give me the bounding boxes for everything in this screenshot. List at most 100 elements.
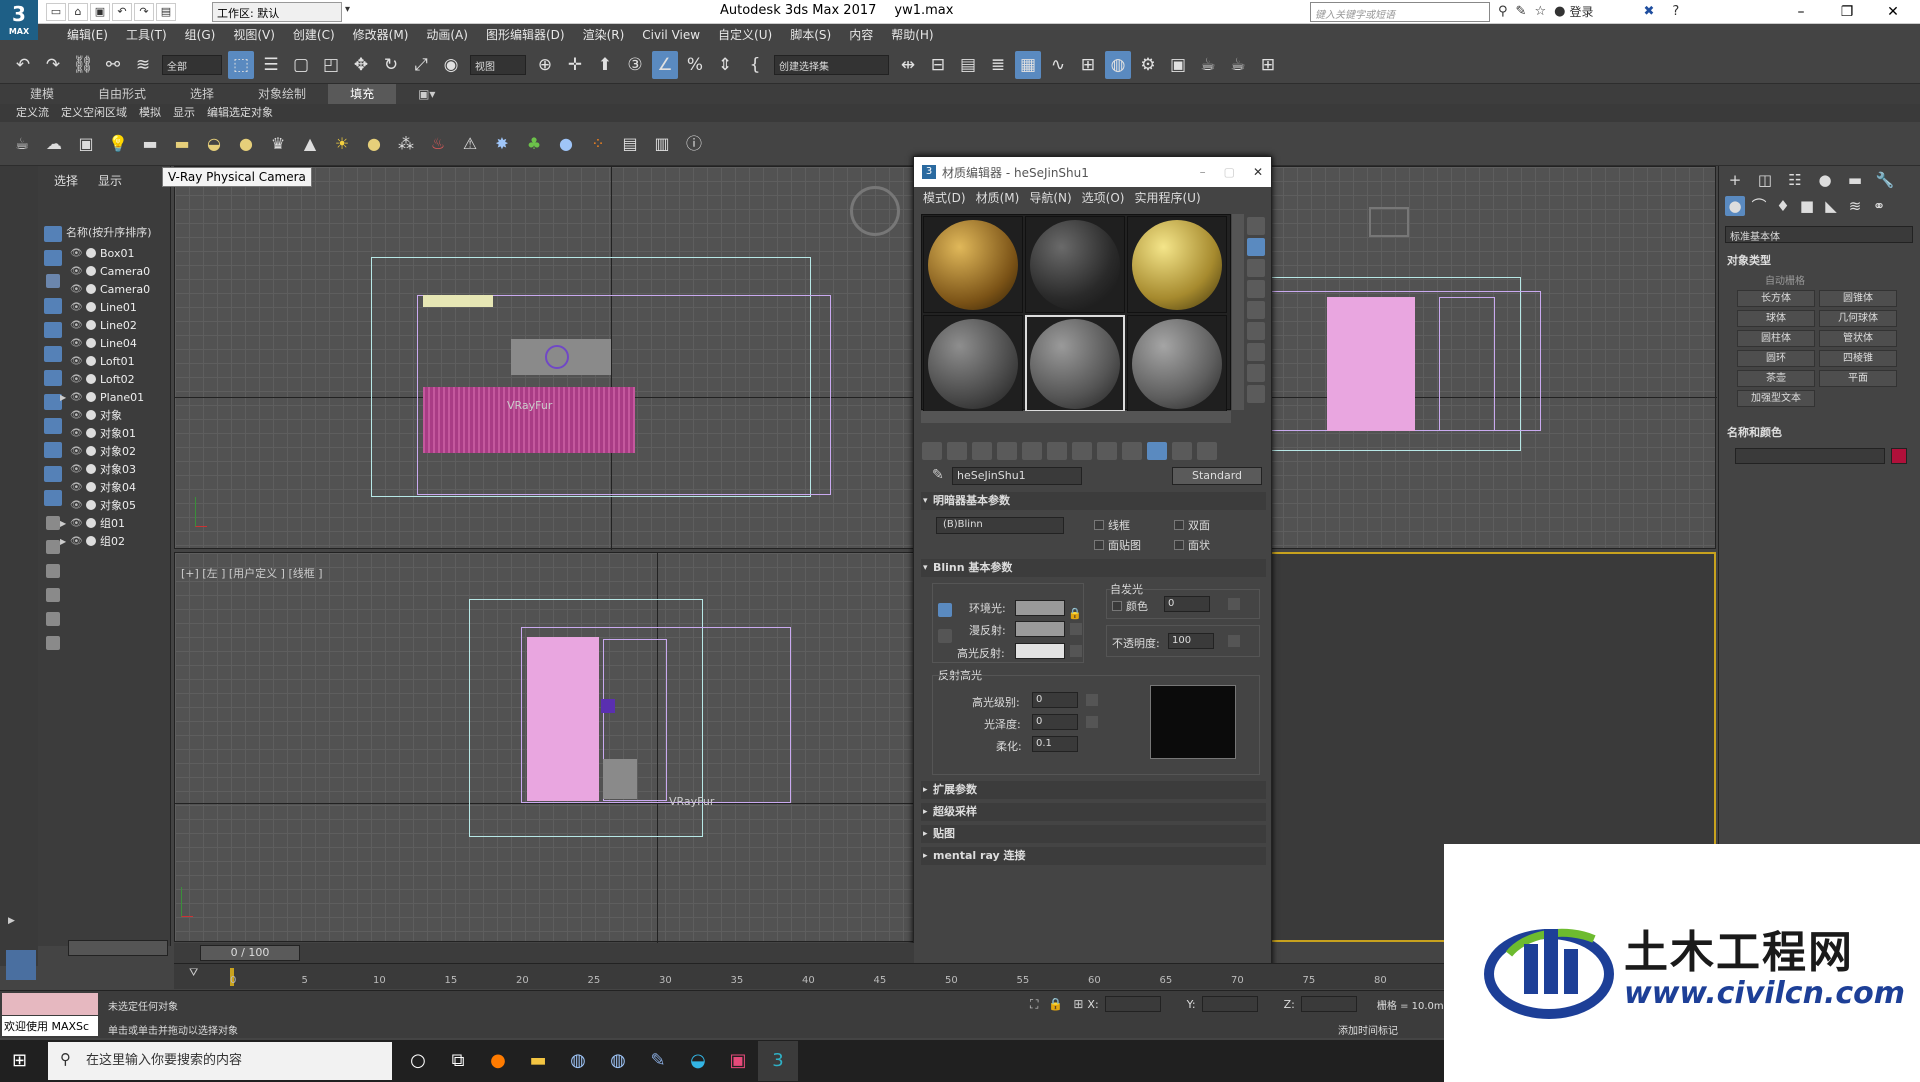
facemap-option[interactable]: 面贴图 xyxy=(1094,537,1141,553)
visibility-icon[interactable]: 👁 xyxy=(70,536,83,547)
visibility-icon[interactable]: 👁 xyxy=(70,464,83,475)
scene-explorer-icon[interactable]: ▤ xyxy=(955,51,981,79)
material-type-button[interactable]: Standard xyxy=(1172,467,1262,485)
eyedropper-icon[interactable]: ✎ xyxy=(932,467,944,483)
snap-3d-icon[interactable]: ③ xyxy=(622,51,648,79)
y-coord-input[interactable] xyxy=(1201,996,1258,1012)
app2-icon[interactable]: ◍ xyxy=(598,1041,638,1081)
render-icon[interactable]: ☕ xyxy=(1195,51,1221,79)
selfillum-spinner[interactable]: 0 xyxy=(1164,596,1210,612)
display-none-icon[interactable] xyxy=(44,226,62,242)
expand-icon[interactable]: ▶ xyxy=(60,537,68,546)
backlight-icon[interactable] xyxy=(1247,238,1265,256)
mat-maximize-icon[interactable]: ▢ xyxy=(1224,165,1235,179)
freeze-icon[interactable] xyxy=(86,356,96,366)
geosphere-button[interactable]: 几何球体 xyxy=(1819,310,1897,327)
go-sibling-icon[interactable] xyxy=(1197,442,1217,460)
track-bar-icon[interactable]: ⛛ xyxy=(189,966,198,980)
faceted-option[interactable]: 面状 xyxy=(1174,537,1210,553)
sphere-fade-icon[interactable]: ✸ xyxy=(490,132,514,156)
diffuse-map-button[interactable] xyxy=(1070,623,1082,635)
lock-diffuse-icon[interactable] xyxy=(938,629,952,643)
material-id-icon[interactable] xyxy=(1097,442,1117,460)
tree-row[interactable]: 👁 对象01 xyxy=(70,424,170,442)
favorites-icon[interactable]: ☆ xyxy=(1534,4,1546,19)
firefox-icon[interactable]: ● xyxy=(478,1041,518,1081)
explorer-tab-select[interactable]: 选择 xyxy=(44,166,88,196)
box-button[interactable]: 长方体 xyxy=(1737,290,1815,307)
tree-row[interactable]: ▶ 👁 Plane01 xyxy=(60,388,170,406)
ribbon-tab[interactable]: 选择 xyxy=(168,84,236,104)
torus-button[interactable]: 圆环 xyxy=(1737,350,1815,367)
freeze-icon[interactable] xyxy=(86,410,96,420)
wire-option[interactable]: 线框 xyxy=(1094,517,1130,533)
login-link[interactable]: 登录 xyxy=(1569,3,1593,20)
specular-swatch[interactable] xyxy=(1015,643,1065,659)
freeze-icon[interactable] xyxy=(86,500,96,510)
diffuse-swatch[interactable] xyxy=(1015,621,1065,637)
freeze-icon[interactable] xyxy=(86,302,96,312)
visibility-icon[interactable]: 👁 xyxy=(70,482,83,493)
expand-icon[interactable]: ▶ xyxy=(60,519,68,528)
add-time-tag[interactable]: 添加时间标记 xyxy=(1338,1022,1398,1037)
spacewarps-icon[interactable]: ≋ xyxy=(1845,196,1865,216)
specular-map-button[interactable] xyxy=(1070,645,1082,657)
selection-lock-icon[interactable]: 🔒 xyxy=(1048,997,1063,1011)
ribbon-panel[interactable]: 编辑选定对象 xyxy=(201,104,279,122)
opacity-spinner[interactable]: 100 xyxy=(1168,633,1214,649)
visibility-icon[interactable]: 👁 xyxy=(70,302,83,313)
helpers-icon[interactable]: ◣ xyxy=(1821,196,1841,216)
tree-row[interactable]: 👁 对象03 xyxy=(70,460,170,478)
sky-icon[interactable]: ● xyxy=(362,132,386,156)
proxy-icon[interactable]: ♨ xyxy=(426,132,450,156)
workspace-select[interactable]: 工作区: 默认 xyxy=(212,2,342,22)
menu-item[interactable]: 工具(T) xyxy=(117,24,176,46)
convert-icon[interactable]: ▥ xyxy=(650,132,674,156)
visibility-icon[interactable]: 👁 xyxy=(70,410,83,421)
utilities-tab-icon[interactable]: 🔧 xyxy=(1875,170,1895,190)
manipulate-icon[interactable]: ✛ xyxy=(562,51,588,79)
visibility-icon[interactable]: 👁 xyxy=(70,320,83,331)
scale-icon[interactable]: ⤢ xyxy=(408,51,434,79)
spinner-snap-icon[interactable]: ⇕ xyxy=(712,51,738,79)
tree-row[interactable]: 👁 Loft01 xyxy=(70,352,170,370)
sample-type-icon[interactable] xyxy=(1247,217,1265,235)
menu-item[interactable]: 渲染(R) xyxy=(574,24,634,46)
maximize-icon[interactable]: ❐ xyxy=(1824,0,1870,24)
rollout-mentalray[interactable]: mental ray 连接 xyxy=(921,847,1266,865)
menu-item[interactable]: Civil View xyxy=(633,24,709,46)
tree-row[interactable]: 👁 Camera0 xyxy=(70,262,170,280)
put-to-library-icon[interactable] xyxy=(1072,442,1092,460)
project-icon[interactable]: ▤ xyxy=(156,3,176,21)
viewport-label[interactable]: [+] [左 ] [用户定义 ] [线框 ] xyxy=(181,565,323,581)
display-cameras-icon[interactable] xyxy=(44,298,62,314)
app-logo[interactable]: 3 MAX xyxy=(0,0,38,40)
tree-row[interactable]: 👁 对象02 xyxy=(70,442,170,460)
menu-item[interactable]: 编辑(E) xyxy=(58,24,117,46)
undo-icon[interactable]: ↶ xyxy=(112,3,132,21)
window-crossing-icon[interactable]: ◰ xyxy=(318,51,344,79)
tree-row[interactable]: 👁 Line01 xyxy=(70,298,170,316)
display-containers-icon[interactable] xyxy=(44,442,62,458)
display-geometry-icon[interactable] xyxy=(44,250,62,266)
select-object-icon[interactable]: ⬚ xyxy=(228,50,254,79)
rotate-icon[interactable]: ↻ xyxy=(378,51,404,79)
teapot-icon[interactable]: ☕ xyxy=(10,132,34,156)
uv-tiling-icon[interactable] xyxy=(1247,280,1265,298)
sphere-light-icon[interactable]: ● xyxy=(234,132,258,156)
visibility-icon[interactable]: 👁 xyxy=(70,248,83,259)
plane-light-icon[interactable]: ▬ xyxy=(170,132,194,156)
freeze-icon[interactable] xyxy=(86,266,96,276)
vray-camera-icon[interactable]: ▬ xyxy=(138,132,162,156)
display-hidden-icon[interactable] xyxy=(44,490,62,506)
visibility-icon[interactable]: 👁 xyxy=(70,338,83,349)
material-slot[interactable] xyxy=(1025,216,1125,313)
edge-icon[interactable]: ◒ xyxy=(678,1041,718,1081)
twosided-checkbox[interactable] xyxy=(1174,520,1184,530)
twosided-option[interactable]: 双面 xyxy=(1174,517,1210,533)
material-slot[interactable] xyxy=(1127,315,1227,412)
motion-tab-icon[interactable]: ● xyxy=(1815,170,1835,190)
freeze-icon[interactable] xyxy=(86,338,96,348)
dome-light-icon[interactable]: ◒ xyxy=(202,132,226,156)
visibility-icon[interactable]: 👁 xyxy=(70,392,83,403)
